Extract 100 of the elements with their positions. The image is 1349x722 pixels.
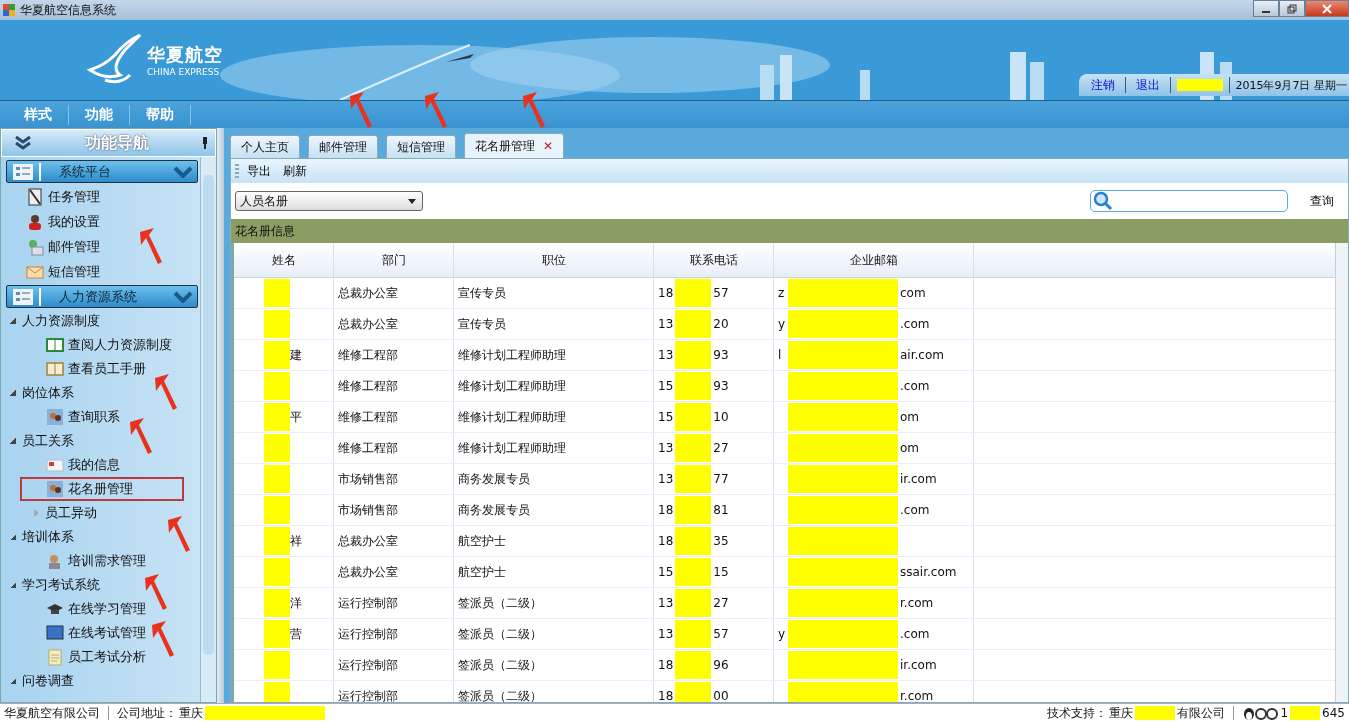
table-cell: 13 20 [654,309,774,339]
nav-title: 功能导航 [84,132,149,154]
tree-item[interactable]: 查看员工手册 [4,357,184,381]
redaction-mark [1135,706,1176,720]
redaction-mark [264,682,290,702]
tree-node[interactable]: 岗位体系 [4,381,200,405]
minimize-button[interactable] [1253,0,1279,17]
table-cell: 平 [234,402,334,432]
search-button[interactable]: 查询 [1304,191,1340,211]
table-cell: ssair.com [774,557,974,587]
redaction-mark [675,589,712,617]
redaction-mark [675,372,712,400]
column-header[interactable]: 部门 [334,243,454,277]
redaction-mark [675,527,712,555]
qq-number: 1 [1280,706,1289,720]
mail-icon [26,237,44,256]
restore-button[interactable] [1279,0,1305,17]
annotation-arrow [523,92,545,128]
column-header[interactable]: 企业邮箱 [774,243,974,277]
redaction-mark [264,620,290,648]
redaction-mark [264,558,290,586]
annotation-arrow [152,621,174,657]
redaction-mark [264,341,290,369]
tree-item[interactable]: 查阅人力资源制度 [4,333,184,357]
table-cell: 市场销售部 [334,464,454,494]
company-name: 华夏航空有限公司 [4,704,100,722]
double-chevron-icon [14,135,32,151]
column-header[interactable]: 姓名 [234,243,334,277]
tree-node[interactable]: 问卷调查 [4,669,200,693]
tree-item[interactable]: 在线考试管理 [4,621,184,645]
redaction-mark [264,589,290,617]
table-cell: 15 93 [654,371,774,401]
table-cell: ir.com [774,464,974,494]
redaction-mark [675,496,712,524]
scrollbar[interactable] [1335,243,1348,702]
redaction-mark [1176,79,1223,91]
annotation-arrow [425,92,447,128]
search-field[interactable] [1090,190,1288,212]
toolbar-button[interactable]: 导出 [243,162,275,180]
tree-node[interactable]: 培训体系 [4,525,200,549]
nav-item[interactable]: 短信管理 [4,259,200,284]
scrollbar[interactable] [200,157,216,702]
tree-item[interactable]: 花名册管理 [20,477,184,501]
nav-item[interactable]: 任务管理 [4,184,200,209]
tree-item[interactable]: 我的信息 [4,453,184,477]
table-cell: 18 35 [654,526,774,556]
table-cell: .com [774,371,974,401]
annotation-arrow [168,516,190,552]
header-link[interactable]: 退出 [1131,76,1164,94]
table-cell: l air.com [774,340,974,370]
close-tab-button[interactable]: ✕ [543,139,554,153]
tree-node[interactable]: 员工异动 [4,501,200,525]
table-cell: 总裁办公室 [334,557,454,587]
tree-item[interactable]: 培训需求管理 [4,549,184,573]
nav-item[interactable]: 我的设置 [4,209,200,234]
table-cell: 维修工程部 [334,340,454,370]
chevron-icon [173,165,193,178]
address-label: 公司地址： [117,704,177,722]
redaction-mark [264,465,290,493]
redaction-mark [264,651,290,679]
tree-item[interactable]: 在线学习管理 [4,597,184,621]
redaction-mark [264,496,290,524]
header-link[interactable]: 注销 [1086,76,1119,94]
column-header[interactable]: 联系电话 [654,243,774,277]
tab[interactable]: 个人主页 [230,135,300,158]
tree-node[interactable]: 学习考试系统 [4,573,200,597]
toolbar-button[interactable]: 刷新 [279,162,311,180]
close-icon [1322,3,1332,14]
roster-dropdown[interactable]: 人员名册 [235,191,423,211]
chevron-icon [173,290,193,303]
table-cell: z com [774,278,974,308]
table-cell: 商务发展专员 [454,464,654,494]
table-cell: 签派员（二级） [454,650,654,680]
tab[interactable]: 邮件管理 [308,135,378,158]
table-cell: 13 27 [654,433,774,463]
redaction-mark [264,372,290,400]
panel-header[interactable]: 系统平台 [6,160,198,183]
support-text: 有限公司 [1177,704,1226,722]
annotation-arrow [140,228,162,264]
annotation-arrow [155,374,177,410]
tree-item[interactable]: 查询职系 [4,405,184,429]
table-cell: 维修计划工程师助理 [454,371,654,401]
nav-item[interactable]: 邮件管理 [4,234,200,259]
panel-header[interactable]: 人力资源系统 [6,285,198,308]
table-cell: 市场销售部 [334,495,454,525]
tree-node[interactable]: 员工关系 [4,429,200,453]
tree-item[interactable]: 员工考试分析 [4,645,184,669]
tab[interactable]: 短信管理 [386,135,456,158]
close-button[interactable] [1305,0,1349,17]
support-text: 重庆 [1109,704,1134,722]
restore-icon [1287,3,1297,14]
redaction-mark [264,403,290,431]
column-header[interactable]: 职位 [454,243,654,277]
table-cell: 13 27 [654,588,774,618]
tab[interactable]: 花名册管理 ✕ [464,133,565,158]
table-cell: 运行控制部 [334,619,454,649]
tree-node[interactable]: 人力资源制度 [4,309,200,333]
table-cell: 宣传专员 [454,278,654,308]
annotation-arrow [130,418,152,454]
table-cell: 13 77 [654,464,774,494]
